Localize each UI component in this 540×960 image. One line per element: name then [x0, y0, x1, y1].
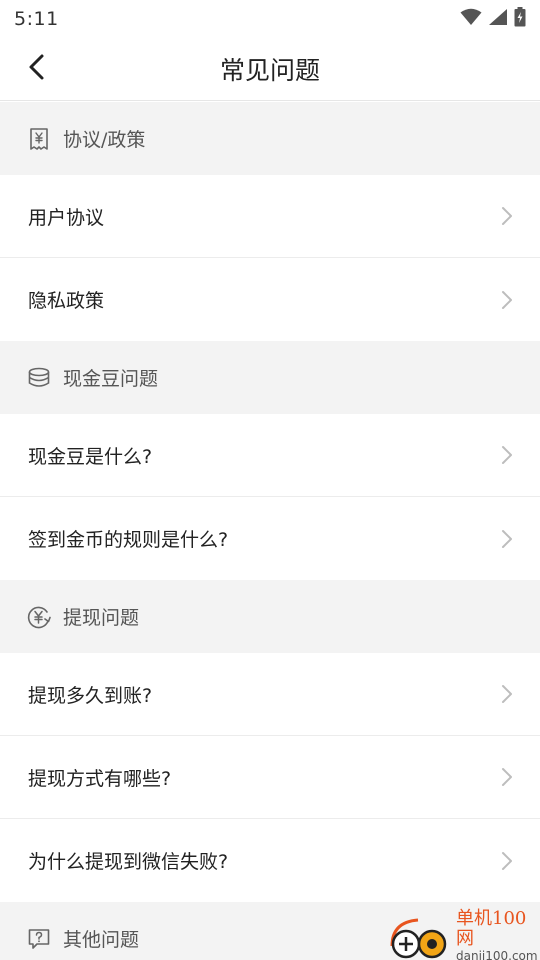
- cellular-signal-icon: [488, 8, 508, 30]
- section-header-cash-beans: 现金豆问题: [0, 341, 540, 414]
- chevron-right-icon: [500, 529, 514, 549]
- list-item-checkin-rules[interactable]: 签到金币的规则是什么?: [0, 497, 540, 580]
- section-title: 其他问题: [63, 929, 140, 951]
- section-title: 协议/政策: [63, 129, 146, 151]
- question-bubble-icon: [27, 927, 51, 951]
- list-item-label: 用户协议: [28, 206, 105, 229]
- list-item-label: 为什么提现到微信失败?: [28, 851, 229, 873]
- watermark-url: danji100.com: [456, 949, 538, 960]
- section-header-withdrawal: 提现问题: [0, 580, 540, 653]
- back-arrow-icon: [27, 53, 45, 85]
- back-button[interactable]: [16, 48, 56, 90]
- list-item-label: 签到金币的规则是什么?: [28, 529, 229, 551]
- list-item-label: 提现多久到账?: [28, 684, 153, 707]
- chevron-right-icon: [500, 206, 514, 226]
- status-time: 5:11: [14, 8, 59, 30]
- watermark-name: 单机100网: [456, 908, 527, 949]
- yen-exchange-icon: [27, 605, 51, 629]
- coin-stack-icon: [27, 366, 51, 390]
- chevron-right-icon: [500, 290, 514, 310]
- site-watermark: 单机100网 danji100.com: [388, 909, 538, 960]
- battery-charging-icon: [514, 7, 526, 31]
- receipt-yen-icon: [27, 127, 51, 151]
- watermark-logo: [388, 912, 454, 960]
- wifi-icon: [460, 8, 482, 30]
- faq-list: 协议/政策 用户协议 隐私政策 现金豆问题 现金豆是什么? 签到金币的规则是什么…: [0, 102, 540, 960]
- list-item-label: 隐私政策: [28, 290, 105, 312]
- nav-bar: 常见问题: [0, 38, 540, 101]
- list-item-what-is-cash-bean[interactable]: 现金豆是什么?: [0, 414, 540, 497]
- list-item-label: 现金豆是什么?: [28, 445, 153, 468]
- section-title: 提现问题: [63, 607, 140, 629]
- chevron-right-icon: [500, 684, 514, 704]
- list-item-withdrawal-methods[interactable]: 提现方式有哪些?: [0, 736, 540, 819]
- section-header-policy: 协议/政策: [0, 102, 540, 175]
- chevron-right-icon: [500, 851, 514, 871]
- status-icons: [460, 7, 526, 31]
- status-bar: 5:11: [0, 0, 540, 38]
- list-item-withdrawal-time[interactable]: 提现多久到账?: [0, 653, 540, 736]
- chevron-right-icon: [500, 767, 514, 787]
- list-item-privacy-policy[interactable]: 隐私政策: [0, 258, 540, 341]
- watermark-text: 单机100网 danji100.com: [456, 909, 538, 960]
- list-item-wechat-withdrawal-failed[interactable]: 为什么提现到微信失败?: [0, 819, 540, 902]
- chevron-right-icon: [500, 445, 514, 465]
- list-item-user-agreement[interactable]: 用户协议: [0, 175, 540, 258]
- list-item-label: 提现方式有哪些?: [28, 767, 172, 790]
- section-title: 现金豆问题: [63, 368, 159, 390]
- page-title: 常见问题: [219, 56, 320, 85]
